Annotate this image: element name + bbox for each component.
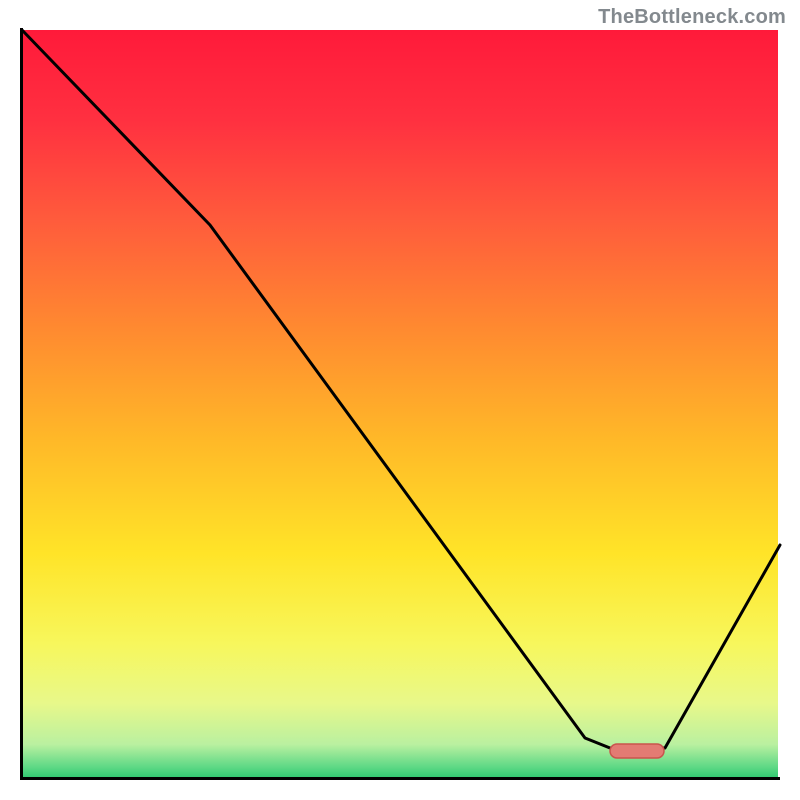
optimal-marker [610, 744, 664, 758]
chart-overlay [0, 0, 800, 800]
watermark-text: TheBottleneck.com [598, 6, 786, 29]
bottleneck-chart: TheBottleneck.com [0, 0, 800, 800]
bottleneck-curve [22, 30, 780, 748]
